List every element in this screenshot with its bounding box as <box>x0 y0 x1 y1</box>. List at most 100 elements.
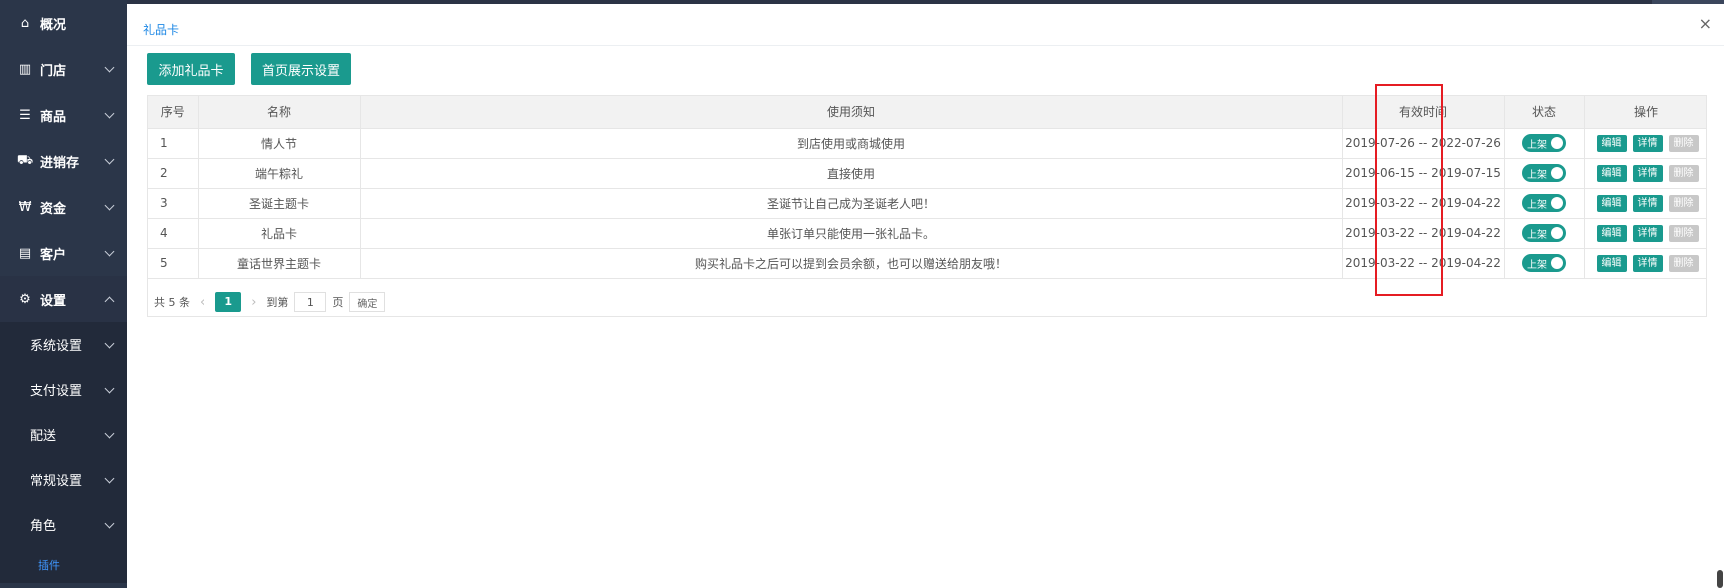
status-toggle[interactable]: 上架 <box>1522 224 1566 242</box>
sidebar-sub-item-general[interactable]: 常规设置 <box>0 457 127 502</box>
sidebar-item-label: 进销存 <box>40 155 80 171</box>
chevron-down-icon <box>104 518 115 528</box>
detail-button[interactable]: 详情 <box>1632 254 1663 272</box>
sidebar-sub-item-payment[interactable]: 支付设置 <box>0 367 127 412</box>
toggle-knob <box>1551 257 1563 269</box>
edit-button[interactable]: 编辑 <box>1596 254 1627 272</box>
cell-no: 3 <box>148 188 199 219</box>
chevron-up-icon <box>104 296 115 307</box>
cell-actions: 编辑 详情 删除 <box>1584 248 1706 279</box>
sidebar-item-label: 概况 <box>40 17 67 33</box>
cell-name: 端午粽礼 <box>198 158 361 189</box>
cell-notice: 单张订单只能使用一张礼品卡。 <box>360 218 1343 249</box>
home-icon: ⌂ <box>20 15 30 31</box>
table-row: 3 圣诞主题卡 圣诞节让自己成为圣诞老人吧！ 2019-03-22 -- 2019-0… <box>148 188 1706 219</box>
status-toggle-label: 上架 <box>1527 169 1547 181</box>
col-header-no: 序号 <box>148 96 199 129</box>
toggle-knob <box>1551 227 1563 239</box>
chevron-down-icon <box>104 154 115 165</box>
status-toggle[interactable]: 上架 <box>1522 164 1566 182</box>
cell-period: 2019-03-22 -- 2019-04-22 <box>1342 248 1505 279</box>
col-header-period: 有效时间 <box>1342 96 1505 129</box>
status-toggle[interactable]: 上架 <box>1522 254 1566 272</box>
cell-notice: 到店使用或商城使用 <box>360 128 1343 159</box>
cell-period: 2019-03-22 -- 2019-04-22 <box>1342 188 1505 219</box>
cell-status: 上架 <box>1504 248 1585 279</box>
sidebar-sub-item-plugin[interactable]: 插件 <box>0 547 127 583</box>
scrollbar-thumb[interactable] <box>1717 570 1723 588</box>
sidebar-item-inventory[interactable]: ⛟ 进销存 <box>0 138 127 184</box>
status-toggle-label: 上架 <box>1527 229 1547 241</box>
sidebar-item-funds[interactable]: ₩ 资金 <box>0 184 127 230</box>
delete-button[interactable]: 删除 <box>1668 254 1699 272</box>
detail-button[interactable]: 详情 <box>1632 134 1663 152</box>
edit-button[interactable]: 编辑 <box>1596 194 1627 212</box>
title-divider <box>127 45 1724 46</box>
chevron-down-icon <box>104 428 115 438</box>
chevron-down-icon <box>104 246 115 257</box>
sidebar-item-overview[interactable]: ⌂ 概况 <box>0 0 127 46</box>
close-icon[interactable]: × <box>1699 14 1712 33</box>
cell-name: 礼品卡 <box>198 218 361 249</box>
sidebar-sub-item-delivery[interactable]: 配送 <box>0 412 127 457</box>
sidebar-item-label: 门店 <box>40 63 67 79</box>
sidebar-sub-item-system[interactable]: 系统设置 <box>0 322 127 367</box>
cell-no: 4 <box>148 218 199 249</box>
homepage-display-settings-button[interactable]: 首页展示设置 <box>251 53 351 85</box>
sidebar-item-settings[interactable]: ⚙ 设置 <box>0 276 127 322</box>
page-jump-input[interactable] <box>294 292 327 312</box>
cell-name: 圣诞主题卡 <box>198 188 361 219</box>
cell-name: 童话世界主题卡 <box>198 248 361 279</box>
delete-button[interactable]: 删除 <box>1668 134 1699 152</box>
edit-button[interactable]: 编辑 <box>1596 164 1627 182</box>
chevron-down-icon <box>104 108 115 119</box>
status-toggle-label: 上架 <box>1527 259 1547 271</box>
page-jump-confirm-button[interactable]: 确定 <box>349 292 386 312</box>
col-header-name: 名称 <box>198 96 361 129</box>
col-header-status: 状态 <box>1504 96 1585 129</box>
sidebar-sub-item-role[interactable]: 角色 <box>0 502 127 547</box>
delete-button[interactable]: 删除 <box>1668 194 1699 212</box>
cell-no: 5 <box>148 248 199 279</box>
truck-icon: ⛟ <box>16 152 34 168</box>
status-toggle[interactable]: 上架 <box>1522 134 1566 152</box>
chevron-right-icon[interactable]: › <box>251 295 256 310</box>
edit-button[interactable]: 编辑 <box>1596 134 1627 152</box>
store-icon: ▥ <box>18 61 32 77</box>
chevron-down-icon <box>104 200 115 211</box>
detail-button[interactable]: 详情 <box>1632 194 1663 212</box>
main-panel: 礼品卡 × 添加礼品卡 首页展示设置 序号 名称 使用须知 有效时间 状态 操作… <box>127 4 1724 588</box>
toggle-knob <box>1551 137 1563 149</box>
sidebar-item-label: 客户 <box>40 247 67 263</box>
sidebar-item-customer[interactable]: ▤ 客户 <box>0 230 127 276</box>
sidebar-item-store[interactable]: ▥ 门店 <box>0 46 127 92</box>
cell-status: 上架 <box>1504 128 1585 159</box>
status-toggle[interactable]: 上架 <box>1522 194 1566 212</box>
cell-notice: 直接使用 <box>360 158 1343 189</box>
detail-button[interactable]: 详情 <box>1632 164 1663 182</box>
toggle-knob <box>1551 197 1563 209</box>
add-gift-card-button[interactable]: 添加礼品卡 <box>147 53 235 85</box>
sidebar: ⌂ 概况 ▥ 门店 ☰ 商品 ⛟ 进销存 ₩ 资金 ▤ 客户 ⚙ 设置 系统设置… <box>0 0 127 588</box>
cell-name: 情人节 <box>198 128 361 159</box>
chevron-down-icon <box>104 62 115 73</box>
cell-actions: 编辑 详情 删除 <box>1584 128 1706 159</box>
page-suffix: 页 <box>332 296 344 309</box>
edit-button[interactable]: 编辑 <box>1596 224 1627 242</box>
detail-button[interactable]: 详情 <box>1632 224 1663 242</box>
toggle-knob <box>1551 167 1563 179</box>
sidebar-item-label: 资金 <box>40 201 67 217</box>
chevron-left-icon[interactable]: ‹ <box>200 295 205 310</box>
cell-actions: 编辑 详情 删除 <box>1584 188 1706 219</box>
delete-button[interactable]: 删除 <box>1668 164 1699 182</box>
page-current[interactable]: 1 <box>215 292 242 312</box>
chevron-down-icon <box>104 338 115 348</box>
sidebar-item-goods[interactable]: ☰ 商品 <box>0 92 127 138</box>
sidebar-sub-label: 系统设置 <box>30 339 83 354</box>
list-icon: ☰ <box>19 107 31 123</box>
table-header-row: 序号 名称 使用须知 有效时间 状态 操作 <box>148 96 1706 129</box>
delete-button[interactable]: 删除 <box>1668 224 1699 242</box>
cell-period: 2019-07-26 -- 2022-07-26 <box>1342 128 1505 159</box>
cell-status: 上架 <box>1504 158 1585 189</box>
total-count: 共 5 条 <box>154 296 190 309</box>
